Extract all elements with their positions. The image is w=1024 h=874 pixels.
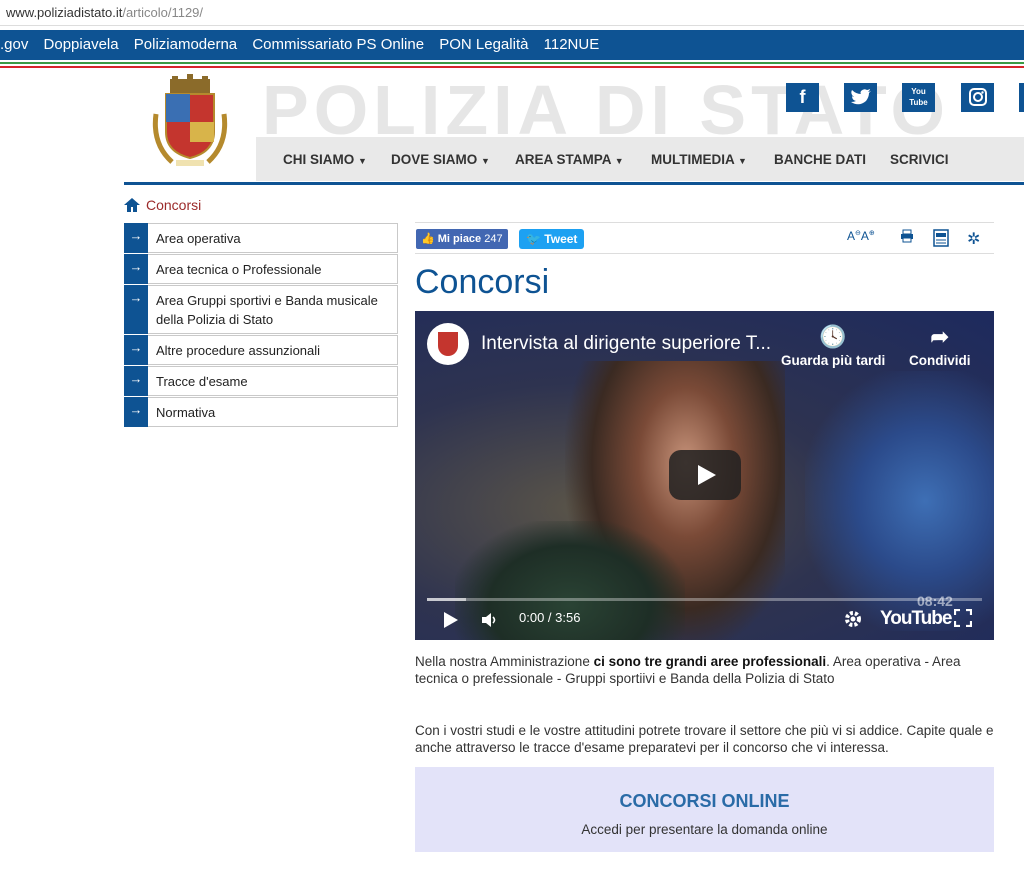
sidebar-item-label: Tracce d'esame [156, 374, 248, 389]
concorsi-online-box[interactable]: CONCORSI ONLINE Accedi per presentare la… [415, 767, 994, 852]
intro-paragraph: Nella nostra Amministrazione ci sono tre… [415, 653, 995, 687]
watch-later-button[interactable]: 🕓 Guarda più tardi [781, 324, 886, 369]
video-time: 0:00 / 3:56 [519, 610, 581, 625]
top-link-112nue[interactable]: 112NUE [544, 36, 600, 53]
nav-area-stampa[interactable]: AREA STAMPA ▼ [515, 137, 624, 181]
twitter-icon[interactable] [844, 83, 877, 112]
top-link-commissariato[interactable]: Commissariato PS Online [252, 36, 424, 53]
youtube-icon[interactable]: You Tube [902, 83, 935, 112]
nav-banche-dati[interactable]: BANCHE DATI [774, 137, 866, 181]
sidebar-item-altre-procedure[interactable]: → Altre procedure assunzionali [124, 335, 398, 365]
sidebar-item-label: Altre procedure assunzionali [156, 343, 321, 358]
nav-dove-siamo[interactable]: DOVE SIAMO ▼ [391, 137, 490, 181]
video-player[interactable]: Intervista al dirigente superiore T... 🕓… [415, 311, 994, 640]
top-links-bar: .gov Doppiavela Poliziamoderna Commissar… [0, 30, 1024, 60]
sidebar-item-label: Area tecnica o Professionale [156, 262, 322, 277]
sidebar-item-area-tecnica[interactable]: → Area tecnica o Professionale [124, 254, 398, 284]
top-link-doppiavela[interactable]: Doppiavela [44, 36, 119, 53]
nav-underline [124, 182, 1024, 185]
twitter-bird-icon: 🐦 [526, 232, 541, 246]
arrow-right-icon: → [124, 285, 148, 334]
nav-label: DOVE SIAMO [391, 152, 478, 167]
caret-down-icon: ▼ [481, 156, 490, 166]
channel-logo[interactable] [427, 323, 469, 365]
arrow-right-icon: → [124, 254, 148, 284]
like-count: 247 [484, 233, 503, 245]
concorsi-online-title[interactable]: CONCORSI ONLINE [415, 791, 994, 812]
breadcrumb-current[interactable]: Concorsi [146, 197, 201, 213]
caret-down-icon: ▼ [358, 156, 367, 166]
facebook-like-button[interactable]: 👍 Mi piace 247 [416, 229, 508, 249]
top-link-pon-legalita[interactable]: PON Legalità [439, 36, 528, 53]
top-link-poliziamoderna[interactable]: Poliziamoderna [134, 36, 237, 53]
nav-label: MULTIMEDIA [651, 152, 735, 167]
like-label: Mi piace [437, 233, 482, 245]
play-button-large[interactable] [669, 450, 741, 500]
share-bar: 👍 Mi piace 247 🐦 Tweet A⊖A⊕ ✲ [415, 222, 994, 254]
arrow-right-icon: → [124, 223, 148, 253]
coat-of-arms-logo[interactable] [150, 74, 230, 169]
fullscreen-icon[interactable] [953, 608, 973, 632]
caret-down-icon: ▼ [614, 156, 624, 166]
nav-label: CHI SIAMO [283, 152, 355, 167]
pdf-icon[interactable] [933, 229, 949, 250]
instagram-icon[interactable] [961, 83, 994, 112]
tweet-button[interactable]: 🐦 Tweet [519, 229, 585, 249]
share-arrow-icon: ➦ [930, 324, 949, 349]
nav-multimedia[interactable]: MULTIMEDIA ▼ [651, 137, 747, 181]
intro-bold-text: ci sono tre grandi aree professionali [593, 654, 827, 669]
address-bar[interactable]: www.poliziadistato.it/articolo/1129/ [0, 0, 1024, 26]
clock-icon: 🕓 [819, 324, 847, 349]
video-scene-light [805, 371, 994, 631]
accessibility-icon[interactable]: ✲ [967, 229, 980, 249]
font-size-icon[interactable]: A⊖A⊕ [847, 229, 875, 243]
page-title: Concorsi [415, 263, 550, 301]
intro-text: Nella nostra Amministrazione [415, 654, 594, 669]
sidebar-item-tracce-esame[interactable]: → Tracce d'esame [124, 366, 398, 396]
video-progress-bar[interactable] [427, 598, 982, 601]
sidebar-item-gruppi-sportivi[interactable]: → Area Gruppi sportivi e Banda musicale … [124, 285, 398, 334]
video-controls: 0:00 / 3:56 YouTube [415, 606, 994, 640]
url-host: www.poliziadistato.it [6, 5, 123, 20]
nav-label: AREA STAMPA [515, 152, 611, 167]
concorsi-online-subtitle: Accedi per presentare la domanda online [581, 822, 828, 837]
breadcrumb: Concorsi [124, 197, 201, 215]
sidebar-item-label: Normativa [156, 405, 216, 420]
play-icon[interactable] [443, 611, 459, 634]
volume-icon[interactable] [481, 611, 499, 634]
settings-gear-icon[interactable] [843, 609, 863, 634]
video-title[interactable]: Intervista al dirigente superiore T... [481, 333, 771, 355]
main-nav: CHI SIAMO ▼ DOVE SIAMO ▼ AREA STAMPA ▼ M… [256, 137, 1024, 181]
share-video-label: Condividi [909, 353, 971, 368]
video-progress-fill [427, 598, 466, 601]
sidebar-item-label: Area Gruppi sportivi e Banda musicale de… [156, 293, 378, 327]
arrow-right-icon: → [124, 335, 148, 365]
sidebar-item-normativa[interactable]: → Normativa [124, 397, 398, 427]
social-icon-partial[interactable] [1019, 83, 1024, 112]
nav-chi-siamo[interactable]: CHI SIAMO ▼ [283, 137, 367, 181]
nav-scrivici[interactable]: SCRIVICI [890, 137, 949, 181]
thumbs-up-icon: 👍 [421, 233, 435, 245]
youtube-logo[interactable]: YouTube [880, 608, 952, 630]
caret-down-icon: ▼ [738, 156, 747, 166]
sidebar-item-label: Area operativa [156, 231, 241, 246]
watch-later-label: Guarda più tardi [781, 353, 886, 368]
studies-paragraph: Con i vostri studi e le vostre attitudin… [415, 723, 994, 755]
tricolor-stripe [0, 62, 1024, 70]
sidebar-item-area-operativa[interactable]: → Area operativa [124, 223, 398, 253]
url-path: /articolo/1129/ [122, 5, 204, 20]
home-icon[interactable] [124, 198, 140, 215]
top-link-gov[interactable]: .gov [0, 36, 28, 53]
play-icon [698, 465, 716, 485]
facebook-icon[interactable]: f [786, 83, 819, 112]
print-icon[interactable] [900, 229, 914, 246]
share-video-button[interactable]: ➦ Condividi [909, 324, 971, 369]
arrow-right-icon: → [124, 397, 148, 427]
tweet-label: Tweet [544, 232, 578, 246]
arrow-right-icon: → [124, 366, 148, 396]
